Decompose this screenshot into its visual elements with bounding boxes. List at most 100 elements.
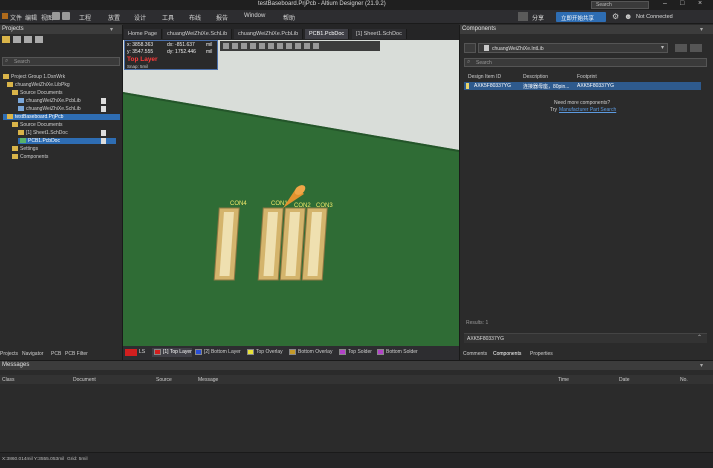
connection-status[interactable]: Not Connected bbox=[636, 14, 673, 20]
results-count: Results: 1 bbox=[466, 320, 489, 326]
list-view-icon[interactable] bbox=[675, 44, 687, 52]
coordinate-hud: x: 3858.363 dx: -851.637 mil y: 3547.555… bbox=[124, 40, 218, 70]
diff-pair-icon[interactable] bbox=[277, 43, 283, 49]
selected-component-bar[interactable]: AXK5F80337YG ⌃ bbox=[464, 333, 707, 343]
layer-tab-top-overlay[interactable]: Top Overlay bbox=[247, 348, 287, 357]
menu-design[interactable]: 设计 bbox=[134, 13, 146, 22]
menu-help[interactable]: 帮助 bbox=[283, 13, 295, 22]
menu-reports[interactable]: 报告 bbox=[216, 13, 228, 22]
tab-comments[interactable]: Comments bbox=[463, 351, 487, 357]
layer-tab-top-solder[interactable]: Top Solder bbox=[339, 348, 379, 357]
layer-swatch-top-solder bbox=[339, 349, 346, 355]
tab-pcblib[interactable]: chuangWeiZhiXe.PcbLib bbox=[234, 29, 304, 39]
tab-navigator[interactable]: Navigator bbox=[22, 351, 43, 357]
menu-project[interactable]: 工程 bbox=[79, 13, 91, 22]
save-icon[interactable] bbox=[52, 12, 60, 20]
tree-item-components[interactable]: Components bbox=[12, 154, 48, 160]
minimize-icon[interactable]: – bbox=[663, 0, 667, 7]
column-message[interactable]: Message bbox=[198, 377, 218, 383]
menu-window[interactable]: Window bbox=[244, 13, 265, 19]
menu-icon[interactable] bbox=[690, 44, 702, 52]
filter-icon[interactable] bbox=[223, 43, 229, 49]
save-icon[interactable] bbox=[13, 36, 21, 43]
tree-item-prjpcb[interactable]: testBaseboard.PrjPcb bbox=[3, 114, 120, 120]
tab-properties[interactable]: Properties bbox=[530, 351, 553, 357]
column-design-item-id[interactable]: Design Item ID bbox=[468, 74, 501, 80]
tree-item-settings[interactable]: Settings bbox=[12, 146, 38, 152]
via-icon[interactable] bbox=[286, 43, 292, 49]
column-class[interactable]: Class bbox=[2, 377, 15, 383]
tab-sheet1[interactable]: [1] Sheet1.SchDoc bbox=[352, 29, 407, 39]
compile-icon[interactable] bbox=[24, 36, 32, 43]
tree-item-source-documents[interactable]: Source Documents bbox=[12, 90, 63, 96]
gear-icon[interactable]: ⚙ bbox=[612, 12, 619, 21]
user-icon[interactable]: ☻ bbox=[624, 12, 632, 21]
tree-item-pcblib[interactable]: chuangWeiZhiXe.PcbLib bbox=[18, 98, 81, 104]
tab-pcb-filter[interactable]: PCB Filter bbox=[65, 351, 88, 357]
column-description[interactable]: Description bbox=[523, 74, 548, 80]
tab-pcbdoc[interactable]: PCB1.PcbDoc bbox=[305, 29, 350, 39]
column-time[interactable]: Time bbox=[558, 377, 569, 383]
text-icon[interactable] bbox=[304, 43, 310, 49]
tree-item-sheet1[interactable]: [1] Sheet1.SchDoc bbox=[18, 130, 68, 136]
layer-color-swatch bbox=[125, 349, 137, 356]
menu-tools[interactable]: 工具 bbox=[162, 13, 174, 22]
layer-tab-bottom-solder[interactable]: Bottom Solder bbox=[377, 348, 427, 357]
new-folder-icon[interactable] bbox=[2, 36, 10, 43]
column-source[interactable]: Source bbox=[156, 377, 172, 383]
tab-pcb[interactable]: PCB bbox=[51, 351, 61, 357]
maximize-icon[interactable]: □ bbox=[680, 0, 684, 7]
layer-tab-bottom[interactable]: [2] Bottom Layer bbox=[195, 348, 245, 357]
library-select[interactable]: chuangWeiZhiXe.IntLib ▾ bbox=[478, 43, 668, 53]
menu-edit[interactable]: 编辑 bbox=[25, 13, 37, 22]
add-icon[interactable] bbox=[232, 43, 238, 49]
filter-icon[interactable] bbox=[464, 43, 476, 53]
components-search-input[interactable]: ⌕ Search bbox=[464, 58, 707, 67]
tree-item-project-group[interactable]: Project Group 1.DsnWrk bbox=[3, 74, 65, 80]
tree-item-libpkg[interactable]: chuangWeiZhiXe.LibPkg bbox=[7, 82, 70, 88]
doc-status-icon bbox=[101, 138, 106, 144]
chevron-down-icon: ▾ bbox=[660, 45, 664, 51]
layer-tab-ls[interactable]: LS bbox=[139, 349, 145, 355]
polygon-icon[interactable] bbox=[295, 43, 301, 49]
messages-header: Class Document Source Message Time Date … bbox=[0, 375, 713, 384]
folder-icon bbox=[12, 122, 18, 128]
hud-x: x: 3858.363 bbox=[127, 42, 154, 48]
menu-file[interactable]: 文件 bbox=[10, 13, 22, 22]
share-label[interactable]: 分享 bbox=[532, 13, 544, 22]
tree-item-source-documents-2[interactable]: Source Documents bbox=[12, 122, 63, 128]
table-row[interactable]: AXK5F80337YG 连接器母座，80pin... AXK5F80337YG bbox=[464, 82, 701, 90]
select-icon[interactable] bbox=[241, 43, 247, 49]
pcb-3d-canvas[interactable]: CON4 CON1 CON2 CON3 bbox=[123, 40, 459, 346]
tab-components[interactable]: Components bbox=[493, 351, 521, 357]
route-icon[interactable] bbox=[268, 43, 274, 49]
column-date[interactable]: Date bbox=[619, 377, 630, 383]
manufacturer-part-search-link[interactable]: Manufacturer Part Search bbox=[559, 107, 616, 113]
tab-schlib[interactable]: chuangWeiZhiXe.SchLib bbox=[163, 29, 233, 39]
align-icon[interactable] bbox=[250, 43, 256, 49]
menu-route[interactable]: 布线 bbox=[189, 13, 201, 22]
close-icon[interactable]: × bbox=[698, 0, 702, 7]
layer-tab-bottom-overlay[interactable]: Bottom Overlay bbox=[289, 348, 339, 357]
column-footprint[interactable]: Footprint bbox=[577, 74, 597, 80]
panel-menu-icon[interactable]: ▾ bbox=[700, 362, 703, 369]
tab-projects[interactable]: Projects bbox=[0, 351, 18, 357]
share-button[interactable]: 立即开始共享 bbox=[556, 12, 606, 22]
projects-search-input[interactable]: ⌕ Search bbox=[2, 57, 120, 66]
place-component-icon[interactable] bbox=[259, 43, 265, 49]
column-no[interactable]: No. bbox=[680, 377, 688, 383]
open-icon[interactable] bbox=[62, 12, 70, 20]
folder-icon bbox=[7, 82, 13, 88]
layer-tab-top[interactable]: [1] Top Layer bbox=[152, 348, 192, 357]
global-search-input[interactable]: Search bbox=[591, 1, 649, 9]
column-document[interactable]: Document bbox=[73, 377, 96, 383]
tab-home-page[interactable]: Home Page bbox=[124, 29, 163, 39]
menu-place[interactable]: 放置 bbox=[108, 13, 120, 22]
tree-item-schlib[interactable]: chuangWeiZhiXe.SchLib bbox=[18, 106, 81, 112]
panel-menu-icon[interactable]: ▾ bbox=[700, 26, 703, 33]
comment-icon[interactable] bbox=[518, 12, 528, 21]
components-panel-title: Components bbox=[460, 25, 713, 34]
line-icon[interactable] bbox=[313, 43, 319, 49]
panel-menu-icon[interactable]: ▾ bbox=[110, 26, 113, 33]
settings-icon[interactable] bbox=[35, 36, 43, 43]
